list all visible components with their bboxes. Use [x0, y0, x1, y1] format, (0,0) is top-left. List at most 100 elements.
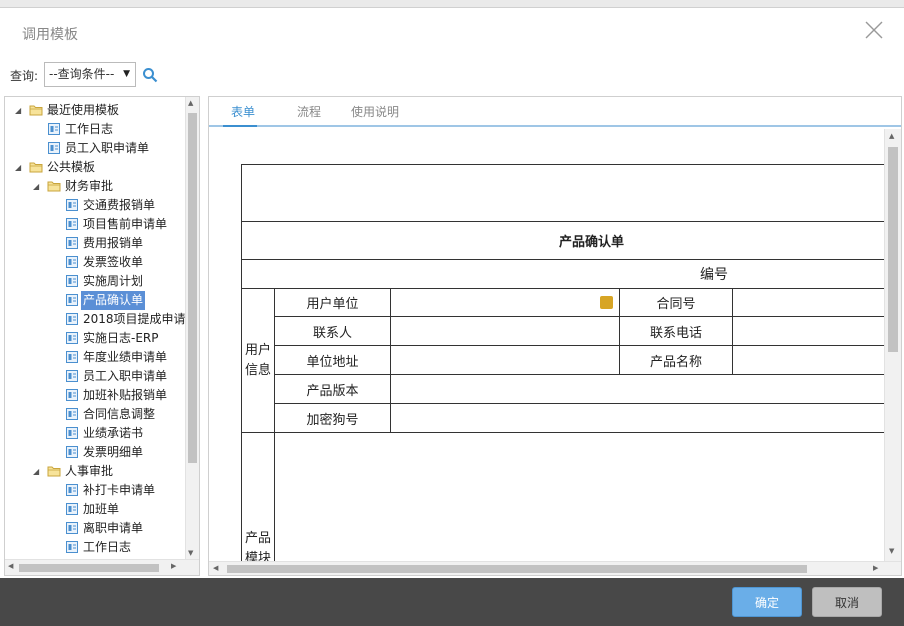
close-button[interactable]	[862, 18, 886, 42]
label-user-unit: 用户单位	[274, 288, 391, 317]
product-name-field[interactable]	[731, 345, 901, 375]
contact-field[interactable]	[390, 316, 620, 346]
confirm-button[interactable]: 确定	[732, 587, 802, 617]
dongle-no-field[interactable]	[389, 403, 901, 433]
tree-item-label: 业绩承诺书	[83, 426, 144, 440]
dropdown-arrow-icon: ▼	[123, 69, 130, 79]
form-template-icon	[65, 407, 79, 421]
tree-item-label: 合同信息调整	[83, 407, 156, 421]
preview-tabs: 表单 流程 使用说明	[209, 97, 901, 127]
cancel-button[interactable]: 取消	[812, 587, 882, 617]
search-icon[interactable]	[142, 67, 158, 83]
template-preview-panel: 表单 流程 使用说明 产品确认单 编号 用户信息 用户单位 合同号 联系人 联系…	[208, 96, 902, 576]
product-module-area[interactable]	[273, 432, 901, 573]
tree-item[interactable]: 工作日志	[5, 538, 185, 557]
expand-toggle-icon[interactable]: ◢	[33, 462, 43, 481]
tree-item[interactable]: 实施周计划	[5, 272, 185, 291]
tab-flow[interactable]: 流程	[297, 103, 321, 120]
tree-item-label: 费用报销单	[83, 236, 144, 250]
tab-form[interactable]: 表单	[231, 103, 255, 120]
tree-item[interactable]: 员工入职申请单	[5, 139, 185, 158]
form-template-icon	[65, 502, 79, 516]
tree-item[interactable]: 补打卡申请单	[5, 481, 185, 500]
scroll-left-icon[interactable]: ◀	[213, 564, 218, 572]
scroll-up-icon[interactable]: ▲	[188, 99, 193, 107]
label-product-name: 产品名称	[619, 345, 733, 375]
tree-item[interactable]: 产品确认单	[5, 291, 185, 310]
tree-folder[interactable]: ◢ 最近使用模板	[5, 101, 185, 120]
contract-no-field[interactable]	[731, 288, 901, 317]
tree-vertical-scrollbar[interactable]: ▲ ▼	[185, 97, 199, 561]
tab-instructions[interactable]: 使用说明	[351, 103, 399, 120]
expand-toggle-icon[interactable]: ◢	[15, 158, 25, 177]
scroll-down-icon[interactable]: ▼	[889, 547, 894, 555]
form-template-icon	[65, 350, 79, 364]
tree-item-label: 离职申请单	[83, 521, 144, 535]
tree-horizontal-scrollbar[interactable]: ◀ ▶	[5, 559, 199, 575]
dialog-footer: 确定 取消	[0, 578, 904, 626]
tree-item[interactable]: 工作日志	[5, 120, 185, 139]
form-template-icon	[65, 217, 79, 231]
form-template-icon	[65, 293, 79, 307]
scroll-down-icon[interactable]: ▼	[188, 549, 193, 557]
product-version-field[interactable]	[389, 374, 901, 404]
tree-item-label: 财务审批	[65, 179, 114, 193]
field-picker-icon[interactable]	[600, 296, 613, 309]
tree-item[interactable]: 业绩承诺书	[5, 424, 185, 443]
form-title: 产品确认单	[240, 221, 901, 260]
product-confirmation-form: 产品确认单 编号 用户信息 用户单位 合同号 联系人 联系电话 单位地址 产品名…	[240, 164, 901, 573]
scroll-left-icon[interactable]: ◀	[8, 562, 13, 570]
tree-hscroll-thumb[interactable]	[19, 564, 159, 572]
preview-vertical-scrollbar[interactable]: ▲ ▼	[884, 129, 901, 561]
window-top-edge	[0, 0, 904, 8]
tree-item[interactable]: 加班单	[5, 500, 185, 519]
user-unit-field[interactable]	[390, 288, 620, 317]
preview-horizontal-scrollbar[interactable]: ◀ ▶	[209, 561, 901, 575]
label-contact-phone: 联系电话	[619, 316, 733, 346]
form-template-icon	[65, 445, 79, 459]
tree-item[interactable]: 年度业绩申请单	[5, 348, 185, 367]
form-template-icon	[65, 312, 79, 326]
tree-item[interactable]: 合同信息调整	[5, 405, 185, 424]
contact-phone-field[interactable]	[731, 316, 901, 346]
tree-scroll-thumb[interactable]	[188, 113, 197, 463]
tree-item-label: 2018项目提成申请单	[83, 312, 198, 326]
label-product-version: 产品版本	[274, 374, 391, 404]
section-product-module: 产品模块	[241, 432, 275, 573]
label-contact: 联系人	[274, 316, 391, 346]
tree-item[interactable]: 离职申请单	[5, 519, 185, 538]
tree-item[interactable]: 加班补贴报销单	[5, 386, 185, 405]
unit-address-field[interactable]	[390, 345, 620, 375]
tree-item[interactable]: 实施日志-ERP	[5, 329, 185, 348]
query-condition-select[interactable]: --查询条件-- ▼	[44, 62, 136, 87]
tree-item[interactable]: 发票明细单	[5, 443, 185, 462]
scroll-right-icon[interactable]: ▶	[873, 564, 878, 572]
tree-item[interactable]: 项目售前申请单	[5, 215, 185, 234]
tree-folder[interactable]: ◢ 公共模板	[5, 158, 185, 177]
scroll-up-icon[interactable]: ▲	[889, 132, 894, 140]
tree-folder[interactable]: ◢ 财务审批	[5, 177, 185, 196]
expand-toggle-icon[interactable]: ◢	[33, 177, 43, 196]
form-preview: 产品确认单 编号 用户信息 用户单位 合同号 联系人 联系电话 单位地址 产品名…	[209, 129, 901, 575]
tree-item[interactable]: 发票签收单	[5, 253, 185, 272]
form-template-icon	[65, 521, 79, 535]
tree-item-label: 年度业绩申请单	[83, 350, 168, 364]
tree-item[interactable]: 2018项目提成申请单	[5, 310, 198, 329]
folder-icon	[47, 464, 61, 478]
tree-item[interactable]: 费用报销单	[5, 234, 185, 253]
tree-folder[interactable]: ◢ 人事审批	[5, 462, 185, 481]
scroll-right-icon[interactable]: ▶	[171, 562, 176, 570]
preview-hscroll-thumb[interactable]	[227, 565, 807, 573]
form-template-icon	[65, 426, 79, 440]
form-template-icon	[65, 331, 79, 345]
tree-item-label: 人事审批	[65, 464, 114, 478]
preview-scroll-thumb[interactable]	[888, 147, 898, 352]
tree-item-label: 实施日志-ERP	[83, 331, 159, 345]
tree-item-label: 补打卡申请单	[83, 483, 156, 497]
tree-item-label: 加班单	[83, 502, 120, 516]
tree-item[interactable]: 员工入职申请单	[5, 367, 185, 386]
tree-item-label: 实施周计划	[83, 274, 144, 288]
tree-item-label: 员工入职申请单	[83, 369, 168, 383]
tree-item[interactable]: 交通费报销单	[5, 196, 185, 215]
expand-toggle-icon[interactable]: ◢	[15, 101, 25, 120]
